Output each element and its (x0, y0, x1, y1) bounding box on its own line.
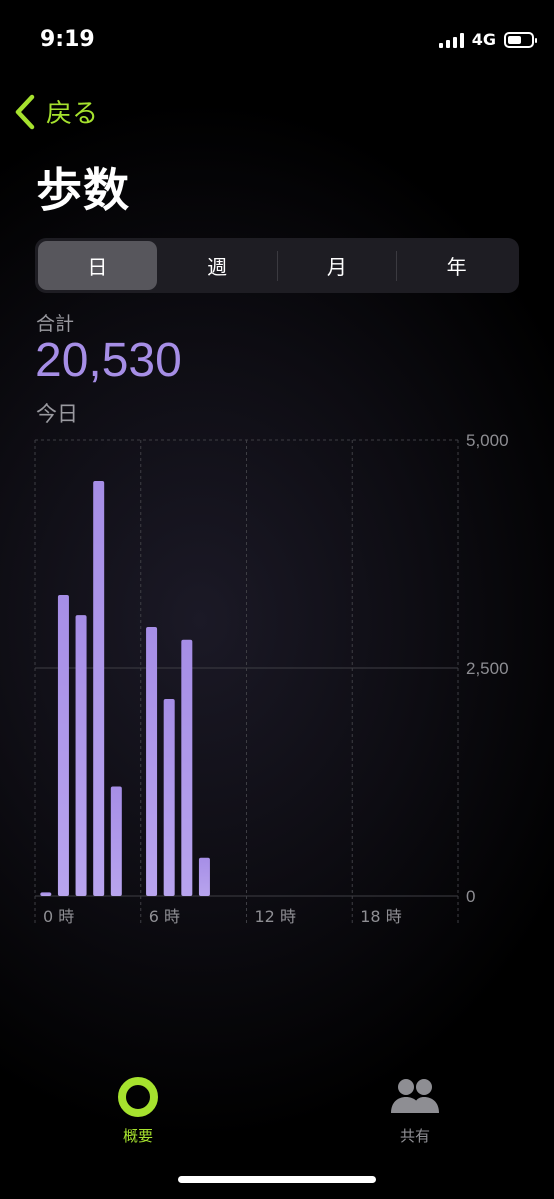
chart-bar[interactable] (163, 699, 175, 896)
chart-bar[interactable] (40, 892, 52, 896)
battery-icon (504, 31, 537, 48)
y-tick-label: 2,500 (466, 659, 509, 678)
tab-bar: 概要 共有 (0, 1060, 554, 1160)
home-indicator (178, 1176, 376, 1183)
segment-month-label: 月 (326, 255, 347, 279)
battery-level (508, 35, 522, 44)
status-bar: 9:19 4G (0, 0, 554, 80)
segment-day-label: 日 (87, 255, 108, 279)
cellular-signal-icon (438, 32, 464, 48)
x-tick-label: 6 時 (149, 907, 180, 926)
total-value: 20,530 (35, 334, 182, 387)
sharing-people-icon (391, 1079, 439, 1113)
page-title: 歩数 (36, 163, 130, 217)
chart-bar[interactable] (146, 626, 158, 896)
tab-summary-label: 概要 (122, 1127, 153, 1145)
activity-ring-icon (118, 1077, 158, 1117)
status-time: 9:19 (40, 27, 95, 52)
tab-sharing-label: 共有 (399, 1127, 430, 1145)
segment-week[interactable]: 週 (158, 241, 277, 290)
segment-week-label: 週 (207, 255, 228, 279)
total-label: 合計 (36, 313, 75, 335)
x-tick-label: 0 時 (43, 907, 74, 926)
segment-year[interactable]: 年 (397, 241, 516, 290)
period-segmented-control: 日 週 月 年 (35, 238, 519, 293)
back-button-label: 戻る (46, 99, 99, 129)
back-button[interactable]: 戻る (14, 93, 98, 130)
y-tick-label: 5,000 (466, 431, 509, 450)
status-indicators: 4G (438, 30, 537, 49)
chart-bar[interactable] (110, 786, 122, 896)
chart-bar[interactable] (57, 595, 69, 896)
steps-hourly-bar-chart[interactable]: 5,000 2,500 0 0 時 6 時 12 時 18 時 (0, 425, 554, 945)
chart-bar[interactable] (181, 639, 193, 896)
date-label: 今日 (36, 402, 78, 426)
segment-month[interactable]: 月 (278, 241, 397, 290)
segment-day[interactable]: 日 (38, 241, 157, 290)
x-tick-label: 12 時 (255, 907, 296, 926)
segment-year-label: 年 (446, 255, 467, 279)
y-tick-label: 0 (466, 887, 475, 906)
x-tick-label: 18 時 (360, 907, 401, 926)
chart-bar[interactable] (198, 857, 210, 896)
tab-sharing[interactable]: 共有 (375, 1075, 455, 1146)
tab-summary[interactable]: 概要 (98, 1075, 178, 1146)
chart-bar[interactable] (75, 615, 87, 896)
network-type: 4G (471, 30, 496, 49)
chevron-left-icon (15, 94, 35, 129)
chart-bar[interactable] (93, 481, 105, 896)
